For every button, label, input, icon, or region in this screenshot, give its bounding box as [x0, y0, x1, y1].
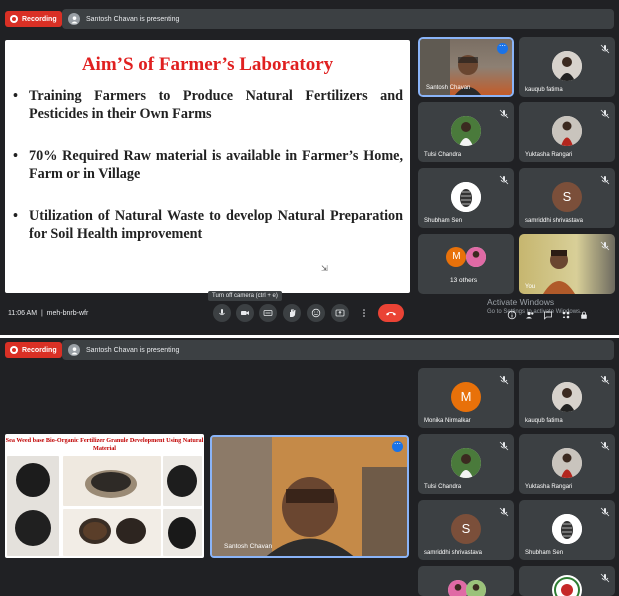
emoji-icon — [311, 308, 321, 318]
avatar: M — [446, 246, 467, 267]
people-icon[interactable] — [525, 307, 535, 319]
more-options-button[interactable] — [355, 304, 373, 322]
meet-screen-bottom: Recording Santosh Chavan is presenting S… — [0, 335, 619, 596]
captions-icon — [263, 310, 273, 316]
hand-icon — [290, 309, 296, 317]
mic-off-icon — [600, 41, 610, 54]
participant-tile[interactable]: Tulsi Chandra — [418, 102, 514, 162]
chat-icon[interactable] — [543, 307, 553, 320]
activate-windows-watermark: Activate Windows — [487, 297, 555, 307]
more-options-icon[interactable]: ⋯ — [497, 43, 508, 54]
camera-icon — [241, 311, 249, 315]
presenting-banner: Santosh Chavan is presenting — [62, 340, 614, 360]
participant-tile-santosh[interactable]: ⋯ Santosh Chavan — [418, 37, 514, 97]
emoji-button[interactable] — [307, 304, 325, 322]
participant-tile[interactable]: kauqub fatima — [519, 368, 615, 428]
mic-off-icon — [600, 504, 610, 517]
activities-icon[interactable] — [561, 307, 571, 319]
mic-off-icon — [600, 438, 610, 451]
avatar: M — [451, 381, 481, 412]
meet-screen-top: Recording Santosh Chavan is presenting A… — [0, 0, 619, 332]
avatar: S — [552, 181, 582, 212]
camera-feed — [212, 437, 407, 556]
participant-tile[interactable] — [519, 566, 615, 596]
camera-tooltip: Turn off camera (ctrl + e) — [208, 291, 282, 301]
sample-photo — [7, 456, 59, 556]
mic-off-icon — [600, 570, 610, 583]
mic-icon — [219, 309, 225, 316]
recording-badge[interactable]: Recording — [5, 342, 62, 358]
others-tile[interactable]: M 13 others — [418, 234, 514, 294]
presentation-slide: Aim’S of Farmer’s Laboratory Training Fa… — [5, 40, 410, 293]
record-icon — [10, 15, 18, 23]
cursor-icon: ⇲ — [321, 264, 328, 273]
avatar — [552, 447, 582, 478]
mic-off-icon — [600, 238, 610, 251]
mic-off-icon — [499, 504, 509, 517]
mic-off-icon — [499, 438, 509, 451]
avatar — [552, 513, 582, 544]
record-icon — [10, 346, 18, 354]
slide-title: Aim’S of Farmer’s Laboratory — [81, 54, 334, 75]
participant-tile[interactable]: Shubham Sen — [418, 168, 514, 228]
participant-tile[interactable]: Shubham Sen — [519, 500, 615, 560]
avatar — [451, 181, 481, 212]
mic-off-icon — [600, 172, 610, 185]
present-icon — [335, 309, 345, 317]
self-view-tile[interactable]: You — [519, 234, 615, 294]
participant-tile[interactable]: Yuktasha Rangari — [519, 434, 615, 494]
phone-hangup-icon — [386, 312, 396, 316]
avatar — [552, 115, 582, 146]
mic-off-icon — [499, 372, 509, 385]
lock-icon[interactable] — [579, 307, 589, 319]
speaker-camera-tile[interactable]: ⋯ Santosh Chavan — [210, 435, 409, 558]
recording-badge[interactable]: Recording — [5, 11, 62, 27]
presenter-avatar — [68, 344, 80, 356]
sample-photo — [63, 509, 161, 556]
slide-bullet: Training Farmers to Produce Natural Fert… — [13, 87, 403, 123]
mic-off-icon — [499, 106, 509, 119]
avatar: S — [451, 513, 481, 544]
presenter-avatar — [68, 13, 80, 25]
camera-button[interactable] — [236, 304, 254, 322]
avatar — [465, 580, 486, 596]
sample-photo — [163, 456, 202, 506]
meeting-info: 11:06 AM | meh-bnrb-wfr — [8, 310, 89, 317]
sample-photo — [163, 509, 202, 556]
participant-tile[interactable]: Yuktasha Rangari — [519, 102, 615, 162]
mic-off-icon — [600, 106, 610, 119]
more-vertical-icon — [363, 309, 365, 317]
doc-title: Sea Weed base Bio-Organic Fertilizer Gra… — [5, 437, 204, 452]
mic-button[interactable] — [213, 304, 231, 322]
info-icon[interactable] — [507, 307, 517, 320]
slide-bullet-list: Training Farmers to Produce Natural Fert… — [13, 87, 403, 267]
avatar — [552, 381, 582, 412]
participant-tile[interactable] — [418, 566, 514, 596]
mic-off-icon — [499, 172, 509, 185]
participant-tile[interactable]: kauqub fatima — [519, 37, 615, 97]
participant-tile[interactable]: S samriddhi shrivastava — [418, 500, 514, 560]
avatar — [552, 50, 582, 81]
mic-off-icon — [600, 372, 610, 385]
slide-bullet: 70% Required Raw material is available i… — [13, 147, 403, 183]
avatar — [465, 246, 486, 267]
sample-photo — [63, 456, 161, 506]
more-options-icon[interactable]: ⋯ — [392, 441, 403, 452]
avatar — [451, 447, 481, 478]
side-panel-buttons — [507, 307, 589, 320]
participant-tile[interactable]: S samriddhi shrivastava — [519, 168, 615, 228]
leave-call-button[interactable] — [378, 304, 404, 322]
captions-button[interactable] — [259, 304, 277, 322]
avatar — [552, 575, 582, 596]
participant-tile[interactable]: M Monika Nirmalkar — [418, 368, 514, 428]
slide-bullet: Utilization of Natural Waste to develop … — [13, 207, 403, 243]
shared-document-slide: Sea Weed base Bio-Organic Fertilizer Gra… — [5, 434, 204, 558]
raise-hand-button[interactable] — [283, 304, 301, 322]
participant-tile[interactable]: Tulsi Chandra — [418, 434, 514, 494]
avatar — [451, 115, 481, 146]
present-button[interactable] — [331, 304, 349, 322]
presenting-banner: Santosh Chavan is presenting — [62, 9, 614, 29]
